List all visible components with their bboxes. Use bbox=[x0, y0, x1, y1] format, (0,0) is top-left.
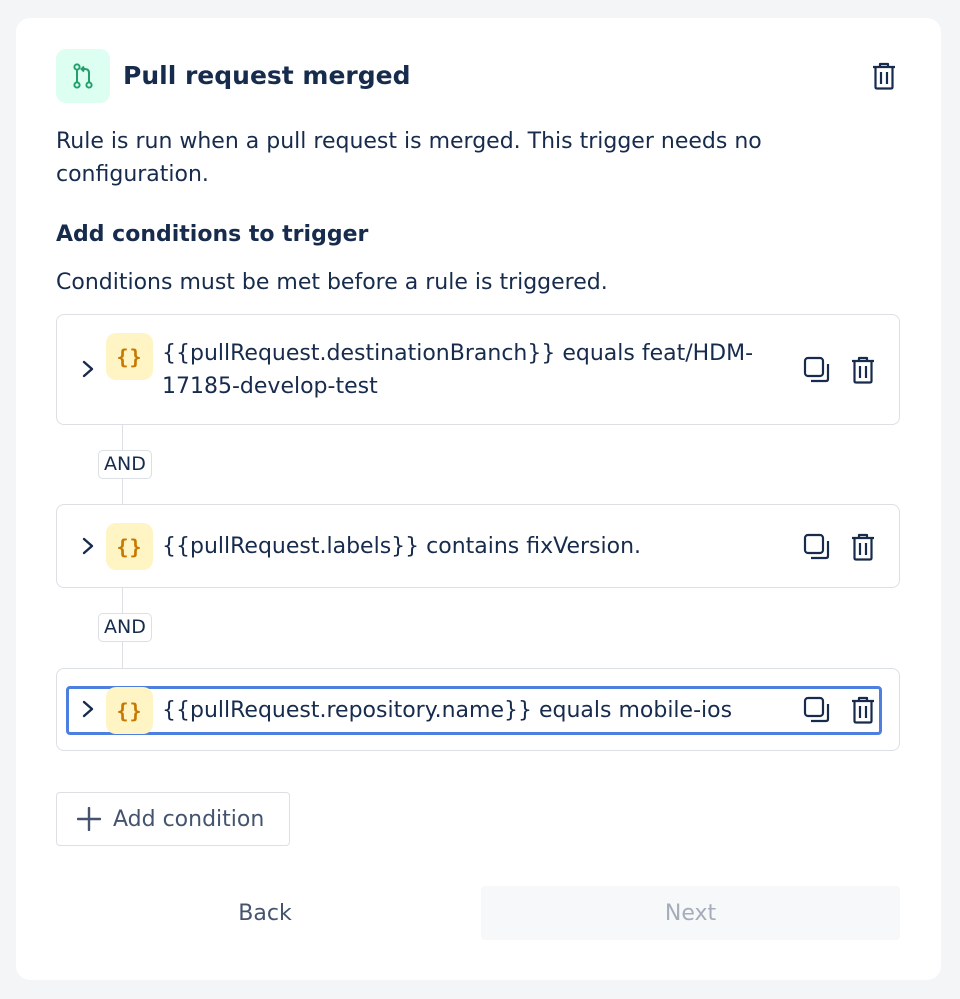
trigger-description: Rule is run when a pull request is merge… bbox=[56, 129, 762, 187]
condition-card[interactable]: {} {{pullRequest.destinationBranch}} equ… bbox=[56, 314, 900, 425]
expand-chevron-icon[interactable] bbox=[79, 537, 97, 555]
pull-request-icon bbox=[56, 49, 110, 103]
copy-icon bbox=[803, 696, 830, 723]
condition-card[interactable]: {} {{pullRequest.repository.name}} equal… bbox=[56, 668, 900, 751]
trash-icon bbox=[852, 696, 874, 724]
expand-chevron-icon[interactable] bbox=[79, 700, 97, 718]
trash-icon bbox=[873, 62, 895, 90]
delete-condition-button[interactable] bbox=[847, 354, 879, 386]
plus-icon bbox=[77, 807, 101, 831]
duplicate-condition-button[interactable] bbox=[801, 531, 833, 563]
delete-condition-button[interactable] bbox=[847, 694, 879, 726]
and-connector-badge: AND bbox=[98, 613, 152, 642]
trigger-title: Pull request merged bbox=[123, 61, 411, 90]
smart-value-icon: {} bbox=[106, 523, 153, 570]
copy-icon bbox=[803, 533, 830, 560]
duplicate-condition-button[interactable] bbox=[801, 354, 833, 386]
delete-condition-button[interactable] bbox=[847, 531, 879, 563]
smart-value-icon: {} bbox=[106, 333, 153, 380]
conditions-subheading: Conditions must be met before a rule is … bbox=[56, 270, 608, 295]
add-condition-label: Add condition bbox=[113, 806, 265, 832]
duplicate-condition-button[interactable] bbox=[801, 694, 833, 726]
condition-row: {} {{pullRequest.labels}} contains fixVe… bbox=[57, 505, 899, 587]
condition-text: {{pullRequest.labels}} contains fixVersi… bbox=[162, 534, 642, 559]
next-button[interactable]: Next bbox=[481, 886, 900, 940]
condition-row-focused: {} {{pullRequest.repository.name}} equal… bbox=[66, 686, 882, 735]
trash-icon bbox=[852, 356, 874, 384]
delete-trigger-button[interactable] bbox=[867, 59, 901, 93]
condition-text: {{pullRequest.repository.name}} equals m… bbox=[162, 698, 733, 723]
trigger-panel: Pull request merged Rule is run when a p… bbox=[16, 18, 941, 980]
add-condition-button[interactable]: Add condition bbox=[56, 792, 290, 846]
expand-chevron-icon[interactable] bbox=[79, 360, 97, 378]
copy-icon bbox=[803, 356, 830, 383]
trigger-header: Pull request merged bbox=[56, 49, 901, 105]
back-button[interactable]: Back bbox=[56, 886, 474, 940]
and-connector-badge: AND bbox=[98, 450, 152, 479]
conditions-heading: Add conditions to trigger bbox=[56, 222, 369, 247]
trash-icon bbox=[852, 533, 874, 561]
condition-text: {{pullRequest.destinationBranch}} equals… bbox=[162, 341, 754, 399]
condition-row: {} {{pullRequest.destinationBranch}} equ… bbox=[57, 315, 899, 424]
condition-card[interactable]: {} {{pullRequest.labels}} contains fixVe… bbox=[56, 504, 900, 588]
smart-value-icon: {} bbox=[106, 687, 153, 734]
